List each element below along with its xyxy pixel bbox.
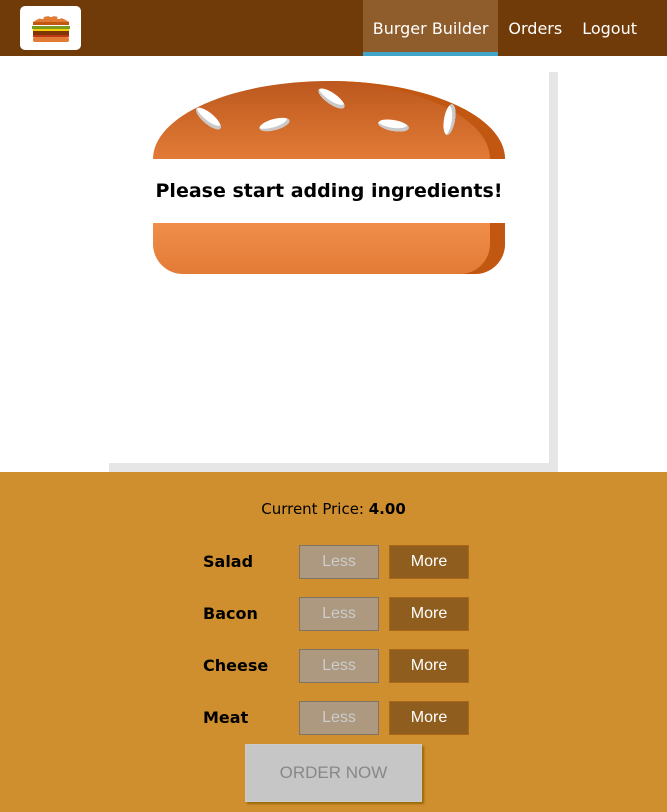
nav-logout[interactable]: Logout: [572, 0, 647, 56]
salad-more-button[interactable]: More: [389, 545, 469, 579]
seed-3: [315, 85, 348, 112]
vertical-scrollbar[interactable]: [549, 72, 558, 472]
price-label: Current Price:: [261, 500, 369, 518]
order-now-button[interactable]: ORDER NOW: [245, 744, 422, 802]
salad-less-button[interactable]: Less: [299, 545, 379, 579]
meat-more-button[interactable]: More: [389, 701, 469, 735]
nav-burger-builder[interactable]: Burger Builder: [362, 0, 499, 56]
control-cheese: Cheese Less More: [0, 649, 667, 683]
cheese-less-button[interactable]: Less: [299, 649, 379, 683]
nav-orders[interactable]: Orders: [498, 0, 572, 56]
seed-2: [258, 115, 291, 134]
bacon-more-button[interactable]: More: [389, 597, 469, 631]
price-value: 4.00: [368, 500, 406, 518]
meat-less-button[interactable]: Less: [299, 701, 379, 735]
horizontal-scrollbar[interactable]: [109, 463, 549, 472]
control-meat: Meat Less More: [0, 701, 667, 735]
nav-items: Burger Builder Orders Logout: [362, 0, 647, 56]
seed-5: [441, 103, 458, 136]
seed-1: [193, 104, 224, 133]
empty-burger-message: Please start adding ingredients!: [155, 180, 503, 202]
seed-4: [377, 117, 410, 134]
ingredient-label: Bacon: [203, 604, 258, 623]
ingredient-label: Meat: [203, 708, 249, 727]
control-salad: Salad Less More: [0, 545, 667, 579]
control-bacon: Bacon Less More: [0, 597, 667, 631]
toolbar: Burger Builder Orders Logout: [0, 0, 667, 56]
ingredient-label: Cheese: [203, 656, 269, 675]
cheese-more-button[interactable]: More: [389, 649, 469, 683]
bacon-less-button[interactable]: Less: [299, 597, 379, 631]
build-controls: Current Price: 4.00 Salad Less More Baco…: [0, 472, 667, 812]
ingredient-label: Salad: [203, 552, 254, 571]
current-price: Current Price: 4.00: [0, 500, 667, 518]
burger-logo-icon[interactable]: [20, 6, 81, 50]
bread-bottom: [153, 223, 505, 274]
